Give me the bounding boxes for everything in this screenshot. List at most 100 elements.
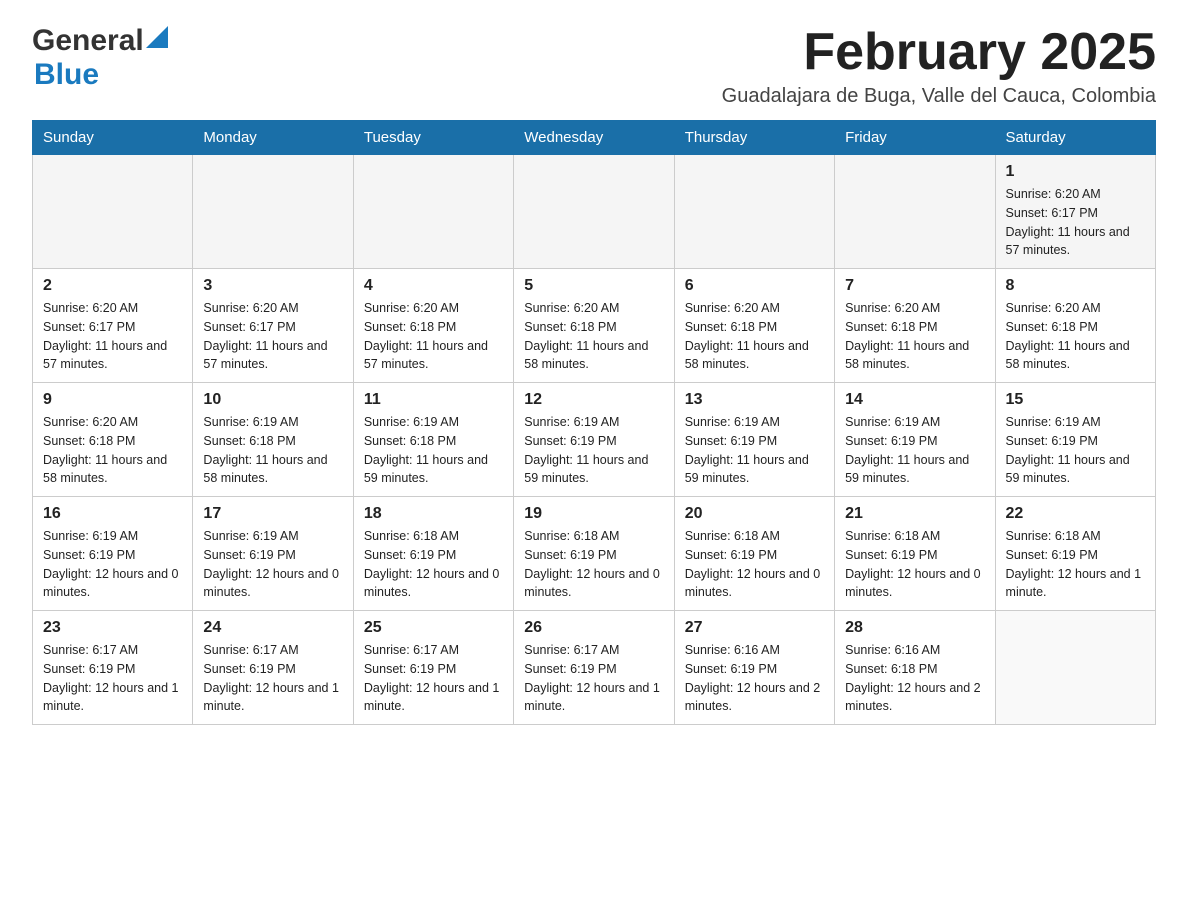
day-info: Sunrise: 6:20 AMSunset: 6:18 PMDaylight:…: [364, 299, 503, 374]
calendar-cell: 18 Sunrise: 6:18 AMSunset: 6:19 PMDayligh…: [353, 497, 513, 611]
calendar-cell: 23 Sunrise: 6:17 AMSunset: 6:19 PMDayligh…: [33, 611, 193, 725]
calendar-cell: 5 Sunrise: 6:20 AMSunset: 6:18 PMDaylight…: [514, 269, 674, 383]
day-number: 9: [43, 391, 182, 409]
day-info: Sunrise: 6:19 AMSunset: 6:19 PMDaylight:…: [524, 413, 663, 488]
day-number: 21: [845, 505, 984, 523]
calendar-cell: 14Sunrise: 6:19 AMSunset: 6:19 PMDayligh…: [835, 383, 995, 497]
calendar-week-row: 9Sunrise: 6:20 AMSunset: 6:18 PMDaylight…: [33, 383, 1156, 497]
location-title: Guadalajara de Buga, Valle del Cauca, Co…: [722, 85, 1156, 108]
col-sunday: Sunday: [33, 121, 193, 155]
calendar-cell: 3 Sunrise: 6:20 AMSunset: 6:17 PMDaylight…: [193, 269, 353, 383]
day-info: Sunrise: 6:19 AMSunset: 6:18 PMDaylight:…: [203, 413, 342, 488]
calendar-cell: 12 Sunrise: 6:19 AMSunset: 6:19 PMDayligh…: [514, 383, 674, 497]
day-info: Sunrise: 6:18 AMSunset: 6:19 PMDaylight:…: [524, 527, 663, 602]
day-number: 6: [685, 277, 824, 295]
calendar-cell: 6 Sunrise: 6:20 AMSunset: 6:18 PMDaylight…: [674, 269, 834, 383]
calendar-cell: [995, 611, 1155, 725]
logo: General Blue: [32, 24, 168, 92]
calendar-cell: [835, 155, 995, 269]
day-info: Sunrise: 6:20 AMSunset: 6:18 PMDaylight:…: [685, 299, 824, 374]
day-number: 7: [845, 277, 984, 295]
day-number: 2: [43, 277, 182, 295]
day-number: 26: [524, 619, 663, 637]
day-number: 12: [524, 391, 663, 409]
day-number: 5: [524, 277, 663, 295]
day-info: Sunrise: 6:18 AMSunset: 6:19 PMDaylight:…: [685, 527, 824, 602]
calendar-cell: 15 Sunrise: 6:19 AMSunset: 6:19 PMDayligh…: [995, 383, 1155, 497]
day-number: 20: [685, 505, 824, 523]
calendar-cell: 17Sunrise: 6:19 AMSunset: 6:19 PMDayligh…: [193, 497, 353, 611]
day-info: Sunrise: 6:19 AMSunset: 6:18 PMDaylight:…: [364, 413, 503, 488]
day-info: Sunrise: 6:17 AMSunset: 6:19 PMDaylight:…: [524, 641, 663, 716]
day-info: Sunrise: 6:20 AMSunset: 6:18 PMDaylight:…: [845, 299, 984, 374]
day-info: Sunrise: 6:20 AMSunset: 6:18 PMDaylight:…: [524, 299, 663, 374]
day-info: Sunrise: 6:18 AMSunset: 6:19 PMDaylight:…: [1006, 527, 1145, 602]
col-saturday: Saturday: [995, 121, 1155, 155]
calendar-cell: 16Sunrise: 6:19 AMSunset: 6:19 PMDayligh…: [33, 497, 193, 611]
day-info: Sunrise: 6:19 AMSunset: 6:19 PMDaylight:…: [203, 527, 342, 602]
col-friday: Friday: [835, 121, 995, 155]
day-info: Sunrise: 6:18 AMSunset: 6:19 PMDaylight:…: [364, 527, 503, 602]
calendar-cell: 20 Sunrise: 6:18 AMSunset: 6:19 PMDayligh…: [674, 497, 834, 611]
day-number: 11: [364, 391, 503, 409]
calendar-cell: 13 Sunrise: 6:19 AMSunset: 6:19 PMDayligh…: [674, 383, 834, 497]
day-info: Sunrise: 6:20 AMSunset: 6:18 PMDaylight:…: [1006, 299, 1145, 374]
day-info: Sunrise: 6:16 AMSunset: 6:19 PMDaylight:…: [685, 641, 824, 716]
day-number: 24: [203, 619, 342, 637]
calendar-cell: 26 Sunrise: 6:17 AMSunset: 6:19 PMDayligh…: [514, 611, 674, 725]
calendar-cell: [514, 155, 674, 269]
calendar-week-row: 23 Sunrise: 6:17 AMSunset: 6:19 PMDayligh…: [33, 611, 1156, 725]
calendar-cell: [33, 155, 193, 269]
day-number: 13: [685, 391, 824, 409]
calendar-week-row: 1 Sunrise: 6:20 AMSunset: 6:17 PMDaylight…: [33, 155, 1156, 269]
title-block: February 2025 Guadalajara de Buga, Valle…: [722, 24, 1156, 108]
calendar-table: Sunday Monday Tuesday Wednesday Thursday…: [32, 120, 1156, 725]
day-number: 28: [845, 619, 984, 637]
day-info: Sunrise: 6:20 AMSunset: 6:17 PMDaylight:…: [203, 299, 342, 374]
calendar-cell: 4Sunrise: 6:20 AMSunset: 6:18 PMDaylight…: [353, 269, 513, 383]
day-info: Sunrise: 6:19 AMSunset: 6:19 PMDaylight:…: [685, 413, 824, 488]
col-thursday: Thursday: [674, 121, 834, 155]
logo-blue-text: Blue: [34, 58, 99, 91]
day-info: Sunrise: 6:20 AMSunset: 6:17 PMDaylight:…: [43, 299, 182, 374]
day-info: Sunrise: 6:17 AMSunset: 6:19 PMDaylight:…: [43, 641, 182, 716]
calendar-cell: [353, 155, 513, 269]
day-info: Sunrise: 6:19 AMSunset: 6:19 PMDaylight:…: [845, 413, 984, 488]
calendar-week-row: 2 Sunrise: 6:20 AMSunset: 6:17 PMDaylight…: [33, 269, 1156, 383]
calendar-cell: [674, 155, 834, 269]
calendar-cell: 7 Sunrise: 6:20 AMSunset: 6:18 PMDaylight…: [835, 269, 995, 383]
day-number: 22: [1006, 505, 1145, 523]
calendar-cell: 10 Sunrise: 6:19 AMSunset: 6:18 PMDayligh…: [193, 383, 353, 497]
calendar-cell: 1 Sunrise: 6:20 AMSunset: 6:17 PMDaylight…: [995, 155, 1155, 269]
col-wednesday: Wednesday: [514, 121, 674, 155]
day-number: 10: [203, 391, 342, 409]
calendar-header-row: Sunday Monday Tuesday Wednesday Thursday…: [33, 121, 1156, 155]
day-info: Sunrise: 6:19 AMSunset: 6:19 PMDaylight:…: [1006, 413, 1145, 488]
calendar-cell: 21Sunrise: 6:18 AMSunset: 6:19 PMDayligh…: [835, 497, 995, 611]
calendar-cell: 25Sunrise: 6:17 AMSunset: 6:19 PMDayligh…: [353, 611, 513, 725]
day-number: 23: [43, 619, 182, 637]
day-number: 16: [43, 505, 182, 523]
day-info: Sunrise: 6:17 AMSunset: 6:19 PMDaylight:…: [203, 641, 342, 716]
month-title: February 2025: [722, 24, 1156, 81]
calendar-cell: 8Sunrise: 6:20 AMSunset: 6:18 PMDaylight…: [995, 269, 1155, 383]
day-info: Sunrise: 6:20 AMSunset: 6:17 PMDaylight:…: [1006, 185, 1145, 260]
logo-general-text: General: [32, 24, 144, 58]
day-number: 15: [1006, 391, 1145, 409]
calendar-cell: [193, 155, 353, 269]
logo-triangle-icon: [146, 26, 168, 48]
calendar-week-row: 16 Sunrise: 6:19 AMSunset: 6:19 PMDayligh…: [33, 497, 1156, 611]
calendar-cell: 19Sunrise: 6:18 AMSunset: 6:19 PMDayligh…: [514, 497, 674, 611]
col-monday: Monday: [193, 121, 353, 155]
day-number: 1: [1006, 163, 1145, 181]
day-number: 27: [685, 619, 824, 637]
calendar-cell: 9Sunrise: 6:20 AMSunset: 6:18 PMDaylight…: [33, 383, 193, 497]
calendar-cell: 11 Sunrise: 6:19 AMSunset: 6:18 PMDayligh…: [353, 383, 513, 497]
calendar-cell: 22 Sunrise: 6:18 AMSunset: 6:19 PMDayligh…: [995, 497, 1155, 611]
day-number: 25: [364, 619, 503, 637]
day-number: 3: [203, 277, 342, 295]
calendar-cell: 24 Sunrise: 6:17 AMSunset: 6:19 PMDayligh…: [193, 611, 353, 725]
day-number: 18: [364, 505, 503, 523]
day-info: Sunrise: 6:16 AMSunset: 6:18 PMDaylight:…: [845, 641, 984, 716]
calendar-cell: 27 Sunrise: 6:16 AMSunset: 6:19 PMDayligh…: [674, 611, 834, 725]
